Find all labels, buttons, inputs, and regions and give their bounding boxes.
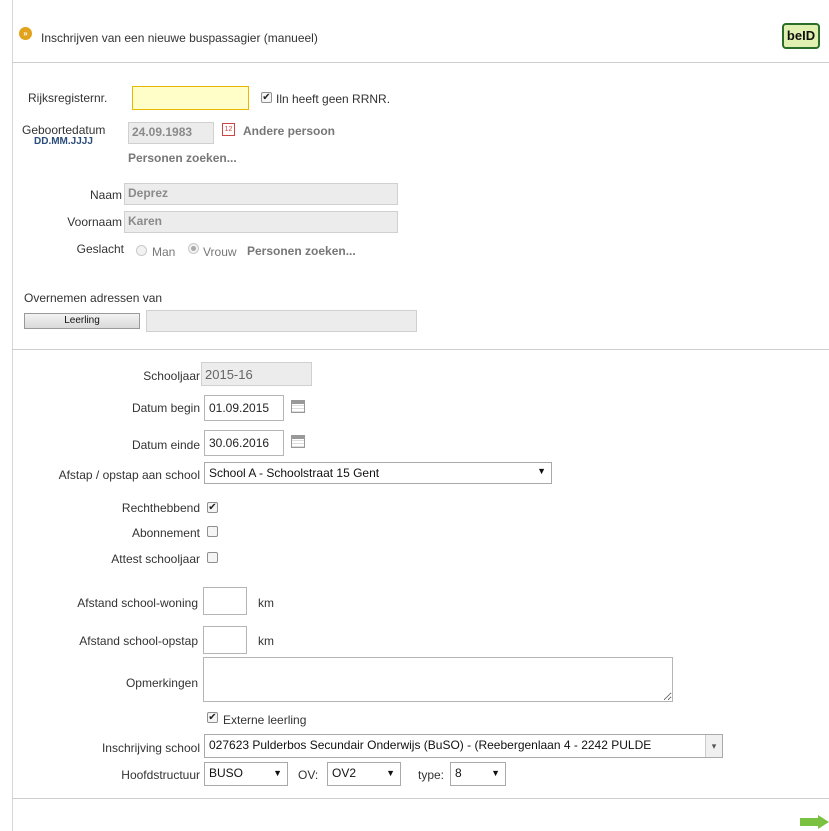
schooljaar-label: Schooljaar bbox=[143, 369, 200, 383]
personen-zoeken-link-1[interactable]: Personen zoeken... bbox=[128, 151, 237, 165]
afstap-select-value: School A - Schoolstraat 15 Gent bbox=[209, 466, 380, 480]
chevron-down-icon: ▼ bbox=[273, 768, 282, 778]
header-divider bbox=[12, 62, 829, 63]
externe-label: Externe leerling bbox=[223, 713, 307, 727]
rijksregister-input[interactable] bbox=[132, 86, 249, 110]
geboortedatum-label: Geboortedatum bbox=[22, 123, 106, 137]
schooljaar-field: 2015-16 bbox=[201, 362, 312, 386]
radio-man-label: Man bbox=[152, 245, 176, 259]
inschrijving-select-value: 027623 Pulderbos Secundair Onderwijs (Bu… bbox=[209, 738, 652, 752]
afstand-woning-label: Afstand school-woning bbox=[77, 596, 198, 610]
radio-vrouw-label: Vrouw bbox=[203, 245, 237, 259]
radio-vrouw[interactable] bbox=[188, 243, 199, 254]
attest-checkbox[interactable] bbox=[207, 552, 218, 563]
inschrijving-label: Inschrijving school bbox=[101, 741, 200, 755]
personen-zoeken-link-2[interactable]: Personen zoeken... bbox=[247, 244, 356, 258]
geslacht-label: Geslacht bbox=[76, 242, 124, 256]
calendar-icon[interactable]: 12 bbox=[222, 123, 235, 136]
no-rrnr-label: Iln heeft geen RRNR. bbox=[276, 92, 391, 106]
chevron-down-icon: ▼ bbox=[537, 466, 546, 476]
no-rrnr-checkbox[interactable]: ✔ bbox=[261, 92, 272, 103]
abonnement-checkbox[interactable] bbox=[207, 526, 218, 537]
leerling-address-field bbox=[146, 310, 417, 332]
datum-begin-label: Datum begin bbox=[131, 401, 200, 415]
datum-begin-input[interactable] bbox=[204, 395, 284, 421]
datum-einde-calendar-icon[interactable] bbox=[291, 435, 305, 448]
geboortedatum-field: 24.09.1983 bbox=[128, 122, 214, 144]
hoofdstructuur-select-value: BUSO bbox=[209, 766, 244, 780]
beid-logo: beID bbox=[782, 23, 820, 49]
attest-label: Attest schooljaar bbox=[111, 552, 200, 566]
voornaam-field: Karen bbox=[124, 211, 398, 233]
afstap-select[interactable]: School A - Schoolstraat 15 Gent ▼ bbox=[204, 462, 552, 484]
opmerkingen-label: Opmerkingen bbox=[125, 676, 198, 690]
hoofdstructuur-label: Hoofdstructuur bbox=[121, 768, 200, 782]
opmerkingen-textarea[interactable] bbox=[203, 657, 673, 702]
datum-begin-calendar-icon[interactable] bbox=[291, 400, 305, 413]
ov-select-value: OV2 bbox=[332, 766, 357, 780]
externe-checkbox[interactable]: ✔ bbox=[207, 712, 218, 723]
voornaam-label: Voornaam bbox=[67, 215, 122, 229]
left-border bbox=[12, 0, 13, 831]
radio-man[interactable] bbox=[136, 245, 147, 256]
abonnement-label: Abonnement bbox=[131, 526, 200, 540]
next-arrow-icon[interactable] bbox=[800, 815, 829, 829]
page-title: Inschrijven van een nieuwe buspassagier … bbox=[41, 31, 318, 45]
overnemen-label: Overnemen adressen van bbox=[24, 291, 163, 305]
ov-select[interactable]: OV2 ▼ bbox=[327, 762, 401, 786]
naam-field: Deprez bbox=[124, 183, 398, 205]
afstand-opstap-label: Afstand school-opstap bbox=[79, 634, 198, 648]
header-bullet-icon: » bbox=[19, 27, 32, 40]
chevron-down-icon: ▼ bbox=[491, 768, 500, 778]
afstand-woning-input[interactable] bbox=[203, 587, 247, 615]
rechthebbend-label: Rechthebbend bbox=[121, 501, 200, 515]
chevron-down-icon: ▼ bbox=[386, 768, 395, 778]
rijksregister-label: Rijksregisternr. bbox=[28, 91, 108, 105]
leerling-button[interactable]: Leerling bbox=[24, 313, 140, 329]
type-select-value: 8 bbox=[455, 766, 462, 780]
type-label: type: bbox=[418, 768, 445, 782]
datum-einde-input[interactable] bbox=[204, 430, 284, 456]
hoofdstructuur-select[interactable]: BUSO ▼ bbox=[204, 762, 288, 786]
afstap-label: Afstap / opstap aan school bbox=[58, 468, 200, 482]
afstand-opstap-unit: km bbox=[258, 634, 274, 648]
andere-persoon-link[interactable]: Andere persoon bbox=[243, 124, 335, 138]
afstand-woning-unit: km bbox=[258, 596, 274, 610]
datum-einde-label: Datum einde bbox=[131, 438, 200, 452]
geboortedatum-format: DD.MM.JJJJ bbox=[34, 136, 93, 147]
chevron-down-icon: ▾ bbox=[705, 735, 722, 757]
rechthebbend-checkbox[interactable]: ✔ bbox=[207, 502, 218, 513]
section-divider bbox=[12, 349, 829, 350]
afstand-opstap-input[interactable] bbox=[203, 626, 247, 654]
inschrijving-select[interactable]: 027623 Pulderbos Secundair Onderwijs (Bu… bbox=[204, 734, 723, 758]
naam-label: Naam bbox=[89, 188, 122, 202]
ov-label: OV: bbox=[298, 768, 319, 782]
footer-divider bbox=[12, 798, 829, 799]
type-select[interactable]: 8 ▼ bbox=[450, 762, 506, 786]
